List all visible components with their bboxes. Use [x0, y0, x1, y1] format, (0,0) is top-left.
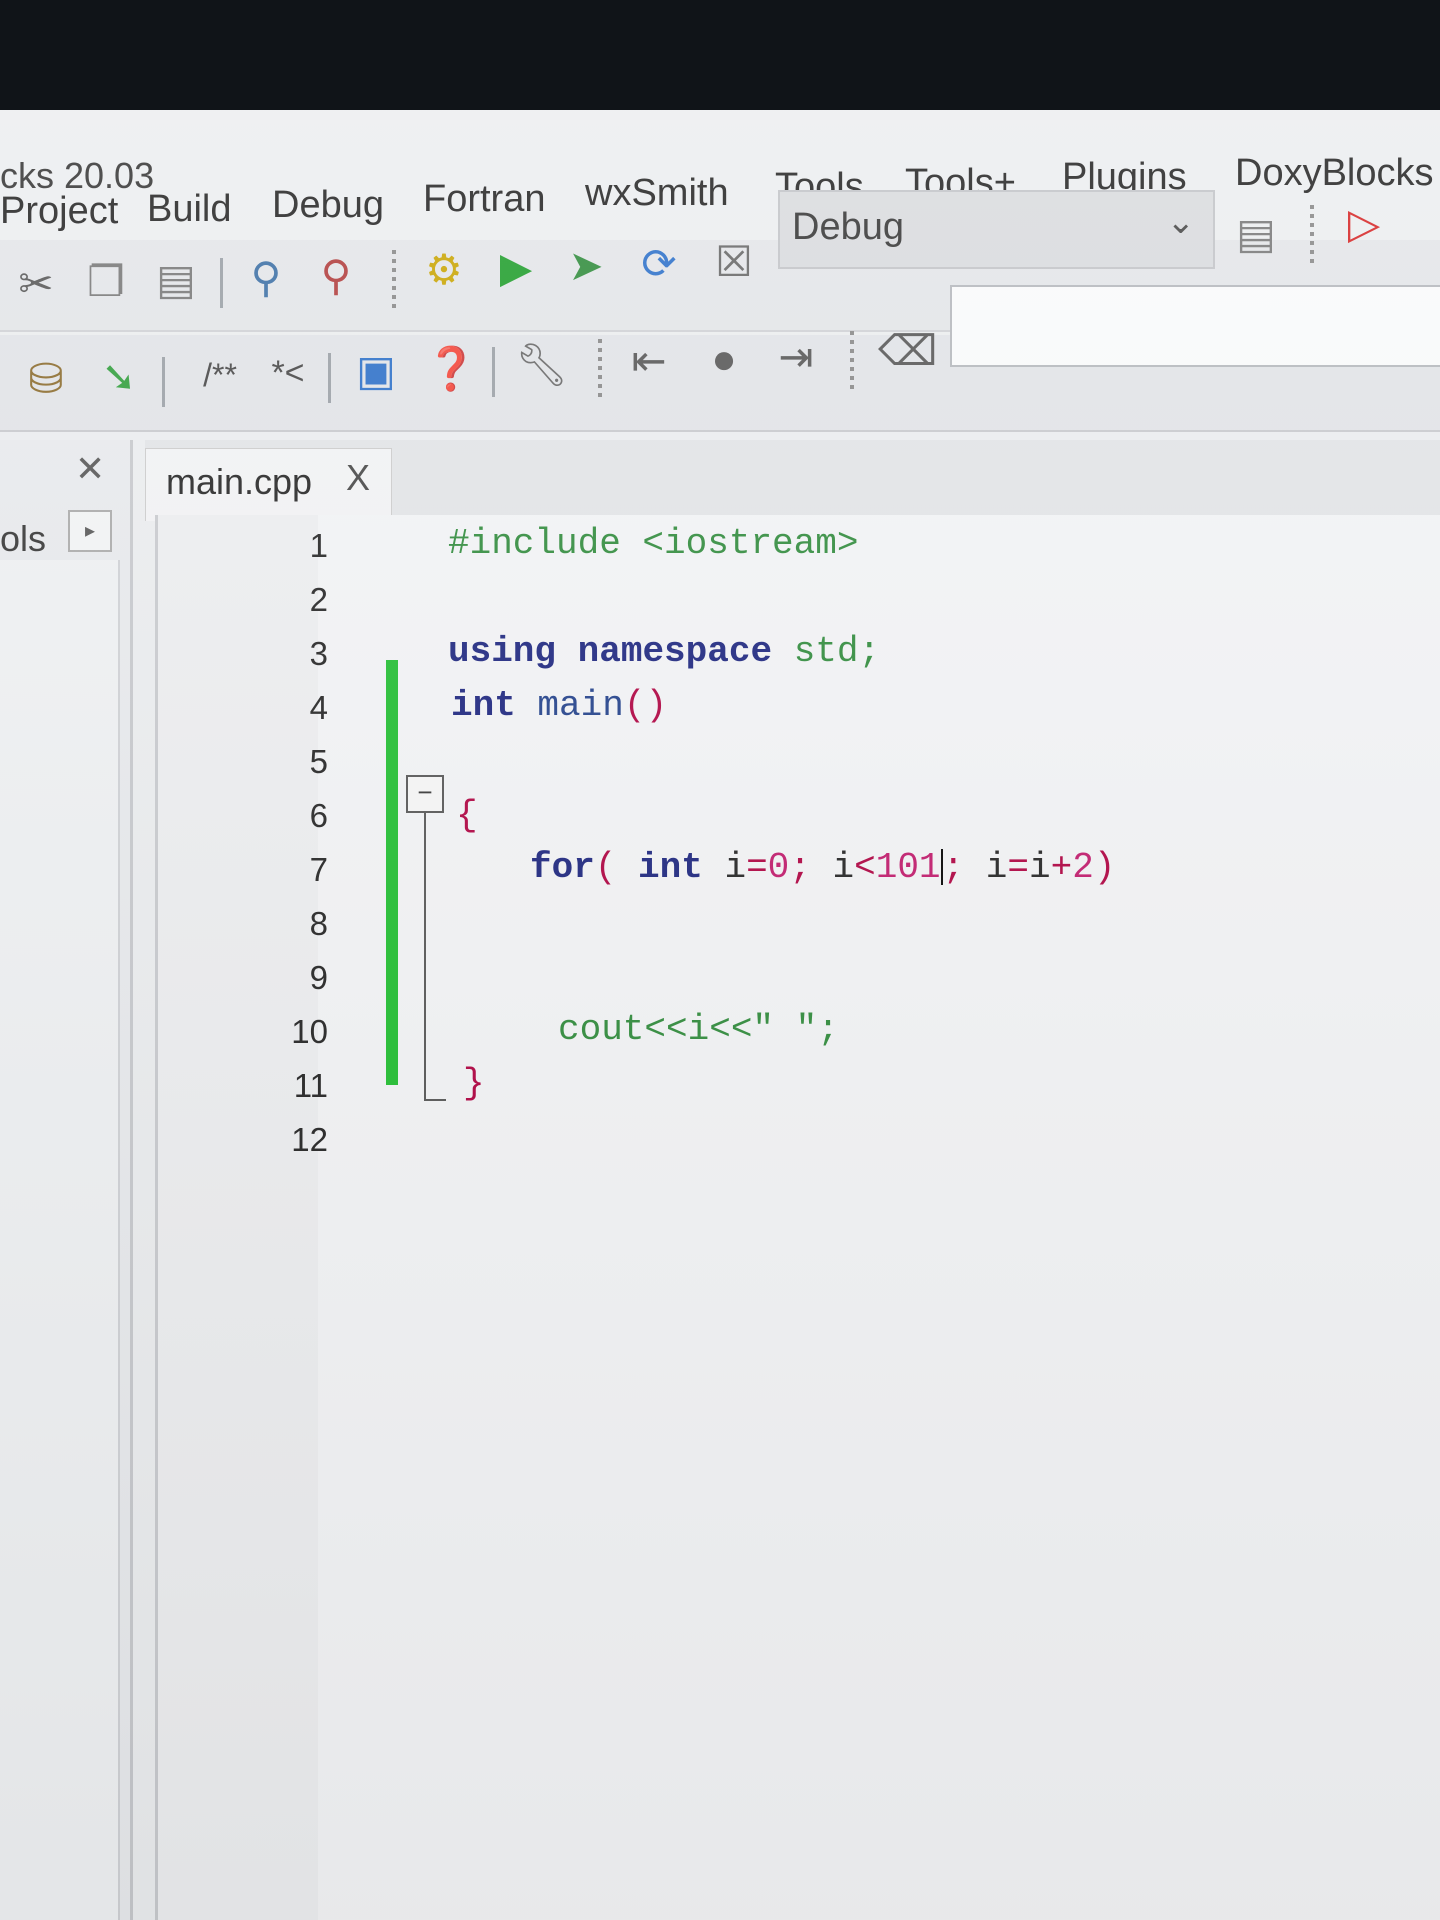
abort-icon[interactable]: ☒ [710, 238, 758, 286]
identifier: i [985, 847, 1008, 888]
code-line-11: } [463, 1063, 485, 1104]
line-number: 10 [291, 1013, 328, 1050]
line-number: 1 [309, 527, 328, 564]
comment-block-button[interactable]: /** [185, 351, 255, 399]
toolbar-grip[interactable] [392, 250, 396, 310]
management-panel: ✕ ols ▸ [0, 440, 133, 1920]
panel-tab-label[interactable]: ols [0, 518, 46, 560]
line-number-gutter: 1 2 3 4 5 6 7 8 9 10 11 12 [158, 515, 328, 1920]
show-targets-icon[interactable]: ▤ [1232, 210, 1280, 258]
close-icon[interactable]: ✕ [75, 448, 105, 490]
keyword: using [448, 631, 557, 672]
find-replace-icon[interactable]: ⚲ [312, 252, 360, 300]
chevron-down-icon: ⌄ [1166, 203, 1196, 241]
code-line-1: #include <iostream> [448, 523, 859, 564]
code-editor[interactable]: 1 2 3 4 5 6 7 8 9 10 11 12 − #include <i… [155, 515, 1440, 1920]
line-comment-button[interactable]: *< [258, 349, 318, 397]
panel-content [0, 560, 120, 1920]
fold-guide [424, 811, 426, 1101]
toolbar-separator [162, 357, 165, 407]
paste-icon[interactable]: ▤ [152, 256, 200, 304]
html-help-icon[interactable]: ▣ [352, 347, 400, 395]
line-number: 3 [309, 635, 328, 672]
search-input[interactable] [950, 285, 1440, 367]
build-gear-icon[interactable]: ⚙ [420, 246, 468, 294]
line-number: 12 [291, 1121, 328, 1158]
menu-doxyblocks[interactable]: DoxyBlocks [1235, 152, 1434, 195]
toolbar-grip[interactable] [850, 331, 854, 391]
operator: ( [594, 847, 617, 888]
menu-project[interactable]: Project [0, 190, 118, 233]
database-icon[interactable]: ⛁ [22, 355, 70, 403]
number: 2 [1072, 847, 1094, 888]
changed-lines-marker [386, 660, 398, 1085]
next-bookmark-icon[interactable]: ⇥ [772, 333, 820, 381]
close-tab-button[interactable]: X [346, 457, 370, 499]
line-number: 5 [309, 743, 328, 780]
next-line-icon[interactable]: ➘ [95, 353, 143, 401]
line-number: 8 [309, 905, 328, 942]
menu-debug[interactable]: Debug [272, 184, 384, 227]
ide-window: cks 20.03 Project Build Debug Fortran wx… [0, 110, 1440, 1920]
help-icon[interactable]: ❓ [425, 345, 477, 393]
line-number: 9 [309, 959, 328, 996]
menu-fortran[interactable]: Fortran [423, 178, 545, 221]
identifier: main [537, 685, 624, 726]
tab-main-cpp[interactable]: main.cpp X [145, 448, 392, 521]
operator: ) [1093, 847, 1116, 888]
build-target-value: Debug [792, 206, 904, 248]
wrench-icon[interactable]: 🔧︎ [515, 341, 568, 389]
code-line-10: cout<<i<<" "; [558, 1009, 839, 1050]
debug-start-icon[interactable]: ▷ [1340, 200, 1388, 248]
code-line-6: { [456, 795, 478, 836]
keyword: for [530, 847, 595, 888]
code-line-7: for( int i=0; i<101; i=i+2) [530, 847, 1115, 888]
operator: = [746, 847, 768, 888]
build-target-select[interactable]: Debug ⌄ [778, 190, 1215, 269]
code-line-3: using namespace std; [448, 631, 880, 672]
fold-guide-end [424, 1099, 446, 1101]
rebuild-icon[interactable]: ⟳ [635, 240, 683, 288]
find-icon[interactable]: ⚲ [242, 254, 290, 302]
build-and-run-icon[interactable]: ➤ [562, 242, 610, 290]
operator: ; [942, 847, 965, 888]
keyword: int [451, 685, 516, 726]
cut-icon[interactable]: ✂ [12, 260, 60, 308]
tab-label: main.cpp [166, 461, 313, 502]
number: 0 [767, 847, 790, 888]
toolbar-separator [492, 347, 495, 397]
number: 101 [875, 847, 941, 888]
line-number: 2 [309, 581, 328, 618]
operator: < [854, 847, 876, 888]
line-number: 6 [309, 797, 328, 834]
operator: ; [789, 847, 811, 888]
prev-bookmark-icon[interactable]: ⇤ [625, 337, 673, 385]
clear-search-icon[interactable]: ⌫ [878, 327, 937, 375]
line-number: 7 [309, 851, 328, 888]
operator: + [1050, 847, 1073, 888]
menu-wxsmith[interactable]: wxSmith [585, 172, 729, 215]
toolbar-grip[interactable] [1310, 205, 1314, 265]
editor-tabbar: main.cpp X [145, 440, 1440, 521]
toolbar-separator [328, 353, 331, 403]
identifier: i [724, 847, 747, 888]
toolbar-separator [220, 258, 223, 308]
menu-build[interactable]: Build [147, 188, 232, 231]
operator: () [623, 685, 668, 726]
identifier: std; [793, 631, 881, 672]
toggle-bookmark-icon[interactable]: ● [700, 335, 748, 383]
line-number: 11 [293, 1067, 328, 1104]
fold-collapse-icon[interactable]: − [406, 775, 444, 813]
chevron-right-icon[interactable]: ▸ [68, 510, 112, 552]
run-icon[interactable]: ▶ [492, 244, 540, 292]
line-number: 4 [309, 689, 328, 726]
identifier: i [1028, 847, 1051, 888]
toolbar-grip[interactable] [598, 339, 602, 399]
keyword: namespace [577, 631, 773, 672]
keyword: int [638, 847, 703, 888]
copy-icon[interactable]: ❐ [82, 258, 130, 306]
identifier: i [832, 847, 855, 888]
code-line-4: int main() [451, 685, 667, 726]
operator: = [1007, 847, 1029, 888]
